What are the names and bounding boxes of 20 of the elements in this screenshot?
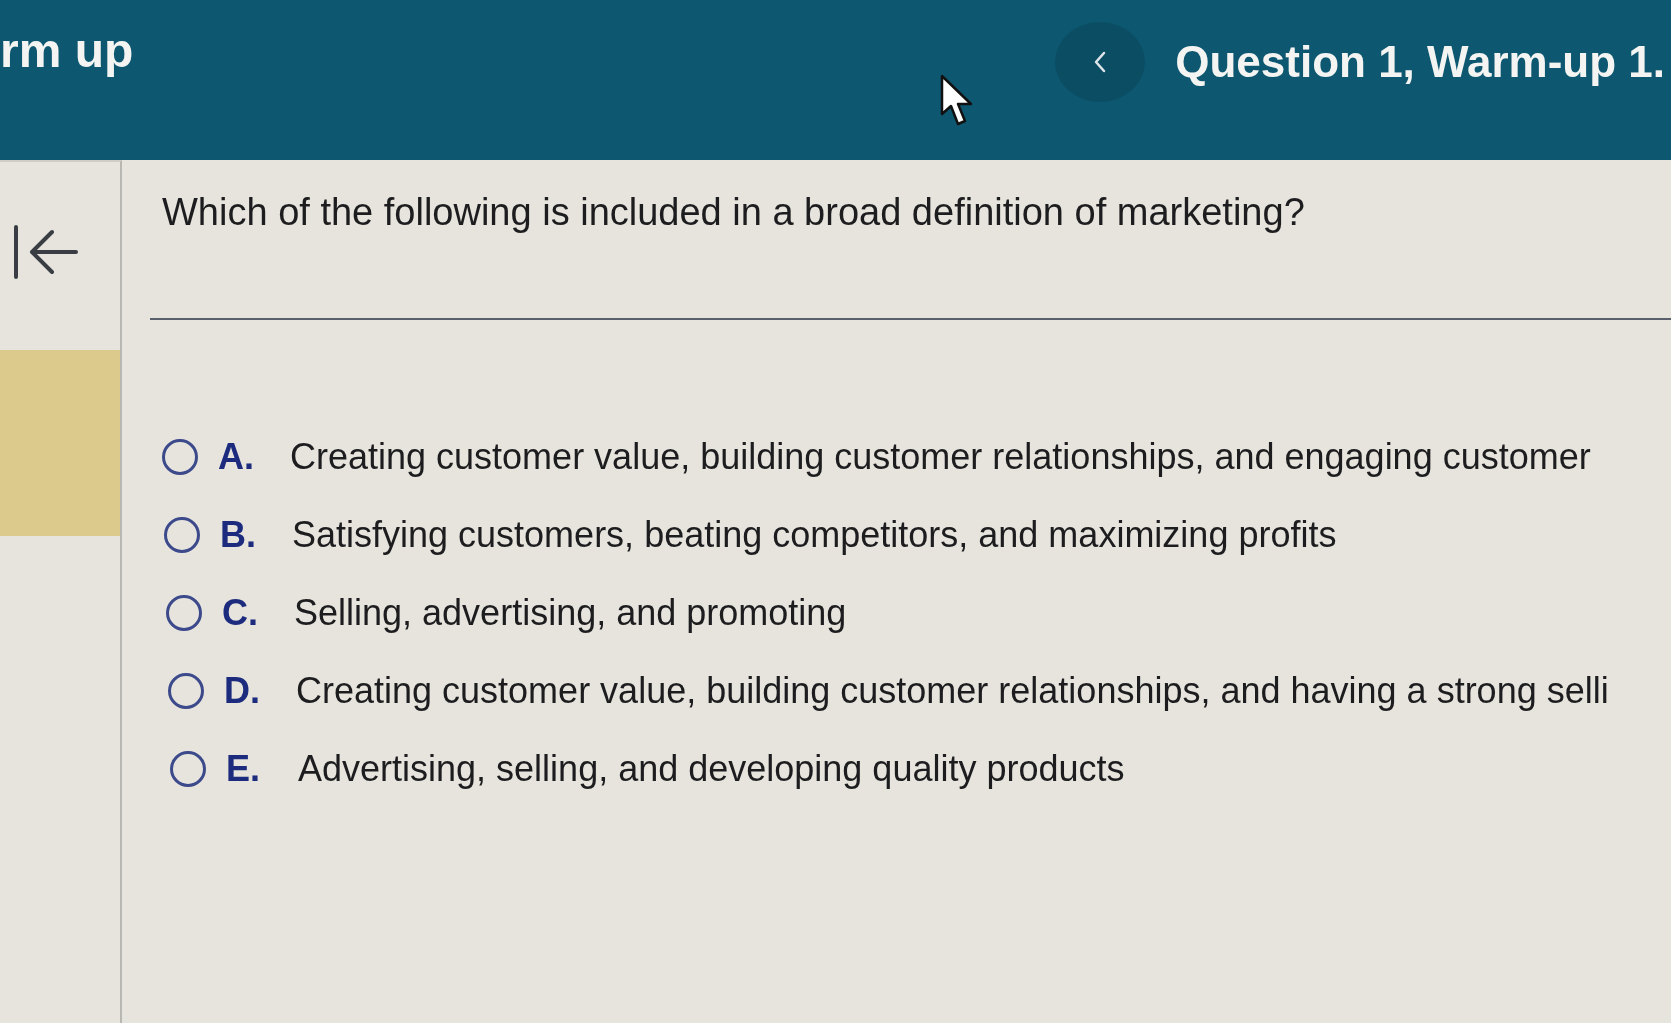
option-letter: A. <box>218 436 255 478</box>
radio-button[interactable] <box>162 439 198 475</box>
question-text: Which of the following is included in a broad definition of marketing? <box>162 190 1305 234</box>
option-letter: E. <box>226 748 261 790</box>
radio-button[interactable] <box>168 673 204 709</box>
option-text[interactable]: Creating customer value, building customer relationships, and engaging customer <box>290 436 1591 478</box>
question-title: Question 1, Warm-up 1. <box>1175 36 1665 88</box>
option-letter: C. <box>222 592 259 634</box>
option-letter: B. <box>220 514 257 556</box>
radio-button[interactable] <box>164 517 200 553</box>
option-text[interactable]: Advertising, selling, and developing quality products <box>298 748 1125 790</box>
radio-button[interactable] <box>166 595 202 631</box>
radio-button[interactable] <box>170 751 206 787</box>
arrow-to-bar-left-icon <box>12 224 78 280</box>
course-title: rm up <box>0 23 134 79</box>
chevron-left-icon <box>1094 51 1107 73</box>
option-text[interactable]: Satisfying customers, beating competitors, and maximizing profits <box>292 514 1337 556</box>
option-letter: D. <box>224 670 261 712</box>
option-text[interactable]: Creating customer value, building customer relationships, and having a strong selli <box>296 670 1609 712</box>
option-text[interactable]: Selling, advertising, and promoting <box>294 592 847 634</box>
